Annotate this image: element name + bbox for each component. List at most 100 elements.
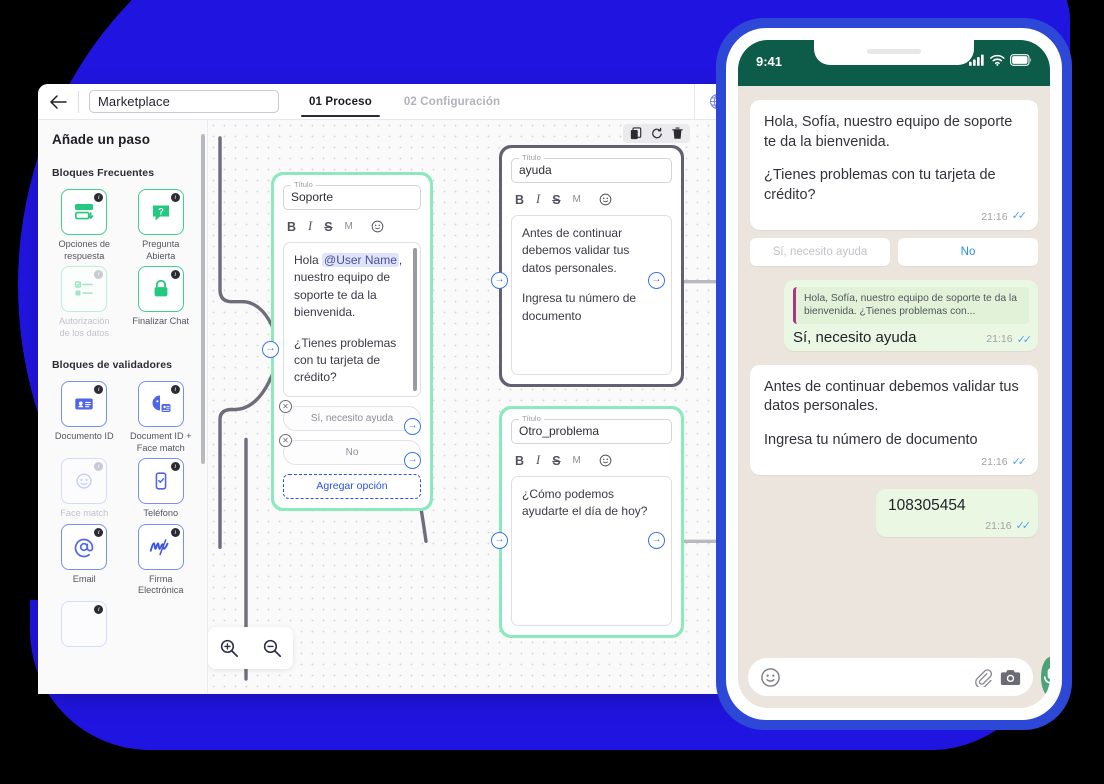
- copy-icon[interactable]: [630, 127, 642, 140]
- message-scrollbar[interactable]: [413, 248, 417, 391]
- face-match-tile[interactable]: i: [61, 458, 108, 504]
- tab-bar: 01 Proceso 02 Configuración: [293, 84, 516, 120]
- option-label: Sí, necesito ayuda: [310, 412, 394, 424]
- sidebar-block-document-id-face-match[interactable]: i Document ID + Face match: [123, 381, 200, 454]
- italic-icon[interactable]: I: [536, 453, 540, 468]
- node-ayuda-output-port[interactable]: →: [648, 272, 665, 289]
- remove-option-icon[interactable]: ✕: [279, 399, 292, 413]
- node-title-field[interactable]: Título ayuda: [511, 153, 672, 183]
- zoom-out-icon[interactable]: [262, 638, 282, 658]
- markdown-icon[interactable]: M: [573, 194, 581, 205]
- microphone-icon: [1043, 668, 1050, 687]
- bold-icon[interactable]: B: [287, 220, 296, 234]
- node-otro-input-port[interactable]: →: [491, 532, 508, 549]
- info-badge[interactable]: i: [170, 270, 180, 279]
- chat-composer: [738, 646, 1050, 708]
- paperclip-icon[interactable]: [973, 668, 992, 687]
- camera-icon[interactable]: [1000, 668, 1021, 687]
- sidebar-block-pregunta-abierta[interactable]: ? i Pregunta Abierta: [123, 189, 200, 262]
- sidebar-block-extra[interactable]: i: [46, 600, 123, 647]
- info-badge[interactable]: i: [170, 527, 180, 537]
- sidebar-block-firma-electronica[interactable]: i Firma Electrónica: [123, 523, 200, 597]
- info-badge[interactable]: i: [94, 270, 104, 279]
- answer-options-tile[interactable]: i: [61, 189, 108, 235]
- info-badge[interactable]: i: [170, 462, 180, 471]
- email-at-tile[interactable]: i: [61, 523, 108, 570]
- sidebar-block-email[interactable]: i Email: [46, 523, 123, 597]
- data-authorization-tile[interactable]: i: [61, 266, 108, 312]
- sidebar-block-telefono[interactable]: i Teléfono: [123, 458, 200, 520]
- tab-configuracion[interactable]: 02 Configuración: [388, 84, 516, 120]
- flow-canvas[interactable]: Título Soporte B I S M Hola @User Name ,…: [208, 120, 738, 694]
- info-badge[interactable]: i: [94, 462, 104, 471]
- node-soporte-input-port[interactable]: →: [262, 341, 279, 358]
- node-message-box[interactable]: Hola @User Name, nuestro equipo de sopor…: [283, 242, 421, 397]
- voice-record-button[interactable]: [1041, 657, 1050, 697]
- id-card-tile[interactable]: i: [61, 381, 108, 427]
- node-inner: Título Otro_problema B I S M ¿Cómo podem…: [502, 409, 681, 635]
- bold-icon[interactable]: B: [515, 193, 524, 207]
- lock-tile[interactable]: i: [137, 266, 184, 312]
- outgoing-text-row: Sí, necesito ayuda 21:16 ✓✓: [793, 329, 1032, 346]
- read-receipt-icon: ✓✓: [1011, 210, 1028, 223]
- phone-check-tile[interactable]: i: [137, 458, 184, 504]
- node-soporte-option-2-port[interactable]: →: [404, 452, 421, 469]
- zoom-in-icon[interactable]: [219, 638, 239, 658]
- emoji-icon[interactable]: [760, 667, 781, 688]
- node-message-box[interactable]: Antes de continuar debemos validar tus d…: [511, 215, 672, 375]
- node-title-field[interactable]: Título Soporte: [283, 180, 421, 210]
- emoji-icon[interactable]: [599, 454, 612, 467]
- sidebar-block-finalizar-chat[interactable]: i Finalizar Chat: [123, 266, 200, 339]
- strikethrough-icon[interactable]: S: [552, 454, 560, 468]
- info-badge[interactable]: i: [94, 193, 104, 202]
- id-face-match-tile[interactable]: i: [137, 381, 184, 427]
- project-name-input[interactable]: Marketplace: [89, 90, 279, 113]
- italic-icon[interactable]: I: [536, 192, 540, 207]
- remove-option-icon[interactable]: ✕: [279, 433, 292, 447]
- signature-icon: [149, 538, 169, 555]
- sidebar-block-documento-id[interactable]: i Documento ID: [46, 381, 123, 454]
- flow-node-otro-problema[interactable]: Título Otro_problema B I S M ¿Cómo podem…: [499, 406, 684, 638]
- number-text: 108305454: [888, 497, 966, 515]
- add-option-button[interactable]: Agregar opción: [283, 473, 421, 499]
- quick-reply-si[interactable]: Sí, necesito ayuda: [750, 238, 890, 267]
- strikethrough-icon[interactable]: S: [552, 193, 560, 207]
- markdown-icon[interactable]: M: [573, 455, 581, 466]
- node-otro-output-port[interactable]: →: [648, 532, 665, 549]
- info-badge[interactable]: i: [94, 385, 104, 394]
- back-button[interactable]: [38, 84, 78, 120]
- format-toolbar: B I S M: [283, 219, 421, 242]
- markdown-icon[interactable]: M: [345, 221, 353, 232]
- sidebar-scrollbar[interactable]: [201, 134, 205, 464]
- sidebar-block-autorizacion-de-los-datos[interactable]: i Autorización de los datos: [46, 266, 123, 339]
- flow-node-ayuda[interactable]: Título ayuda B I S M Antes de continuar …: [499, 145, 684, 387]
- option-input[interactable]: No: [283, 439, 421, 465]
- sidebar-block-opciones-de-respuesta[interactable]: i Opciones de respuesta: [46, 189, 123, 262]
- signature-tile[interactable]: i: [137, 523, 184, 570]
- message-input[interactable]: [748, 658, 1033, 696]
- message-text-field[interactable]: [789, 669, 965, 685]
- info-badge[interactable]: i: [170, 193, 180, 202]
- delete-icon[interactable]: [672, 127, 683, 140]
- node-ayuda-input-port[interactable]: →: [491, 272, 508, 289]
- refresh-icon[interactable]: [651, 127, 663, 140]
- info-badge[interactable]: i: [170, 385, 180, 394]
- emoji-icon[interactable]: [371, 220, 384, 233]
- node-soporte-option-1-port[interactable]: →: [404, 418, 421, 435]
- chat-bubble-incoming: Hola, Sofía, nuestro equipo de soporte t…: [750, 100, 1038, 231]
- info-badge[interactable]: i: [94, 604, 104, 614]
- sidebar-block-label: Firma Electrónica: [138, 573, 184, 596]
- italic-icon[interactable]: I: [308, 219, 312, 234]
- sidebar-block-face-match[interactable]: i Face match: [46, 458, 123, 520]
- info-badge[interactable]: i: [94, 527, 104, 537]
- tab-proceso[interactable]: 01 Proceso: [293, 84, 388, 120]
- node-title-field[interactable]: Título Otro_problema: [511, 414, 672, 444]
- option-input[interactable]: Sí, necesito ayuda: [283, 405, 421, 431]
- emoji-icon[interactable]: [599, 193, 612, 206]
- node-message-box[interactable]: ¿Cómo podemos ayudarte el día de hoy?: [511, 476, 672, 626]
- extra-tile[interactable]: i: [61, 600, 108, 647]
- bold-icon[interactable]: B: [515, 454, 524, 468]
- quick-reply-no[interactable]: No: [898, 238, 1038, 267]
- open-question-tile[interactable]: ? i: [137, 189, 184, 235]
- strikethrough-icon[interactable]: S: [324, 220, 332, 234]
